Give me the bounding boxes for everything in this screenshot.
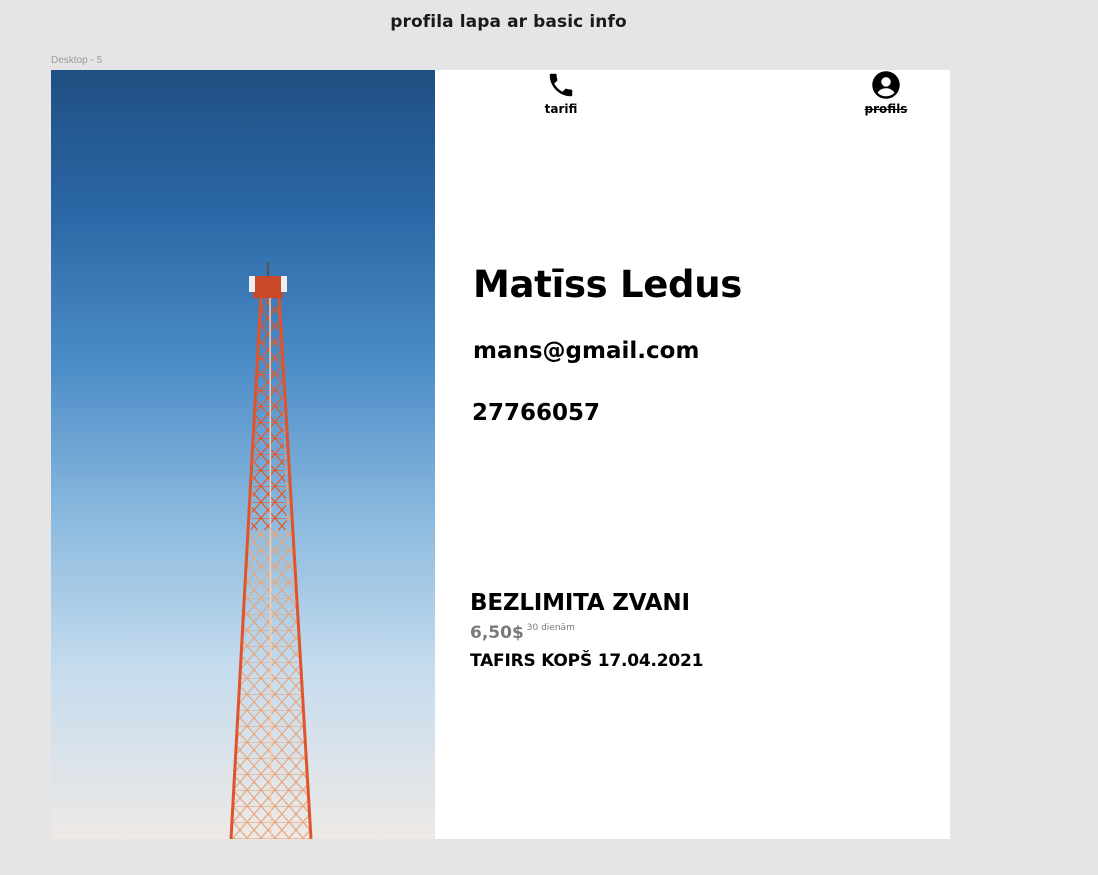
phone-icon <box>549 73 573 97</box>
canvas-title: profila lapa ar basic info <box>390 12 627 32</box>
plan-title: BEZLIMITA ZVANI <box>470 590 690 616</box>
nav-profils[interactable]: profils <box>851 70 921 116</box>
plan-since: TAFIRS KOPŠ 17.04.2021 <box>470 651 704 671</box>
profile-name: Matīss Ledus <box>473 263 743 306</box>
frame-label[interactable]: Desktop - 5 <box>51 55 102 66</box>
tower-photo <box>51 70 435 839</box>
tower-illustration <box>229 262 313 839</box>
desktop-frame: tarifi profils Matīss Ledus mans@gmail.c… <box>51 70 950 839</box>
plan-period: 30 dienām <box>526 623 575 633</box>
profile-phone: 27766057 <box>472 400 601 426</box>
nav-tarifi-label: tarifi <box>544 102 578 116</box>
nav-tarifi[interactable]: tarifi <box>526 70 596 116</box>
nav-profils-label: profils <box>864 102 908 116</box>
plan-price-row: 6,50$ 30 dienām <box>470 623 575 643</box>
plan-price: 6,50$ <box>470 623 524 643</box>
user-circle-icon <box>872 71 900 99</box>
profile-email: mans@gmail.com <box>473 338 700 364</box>
